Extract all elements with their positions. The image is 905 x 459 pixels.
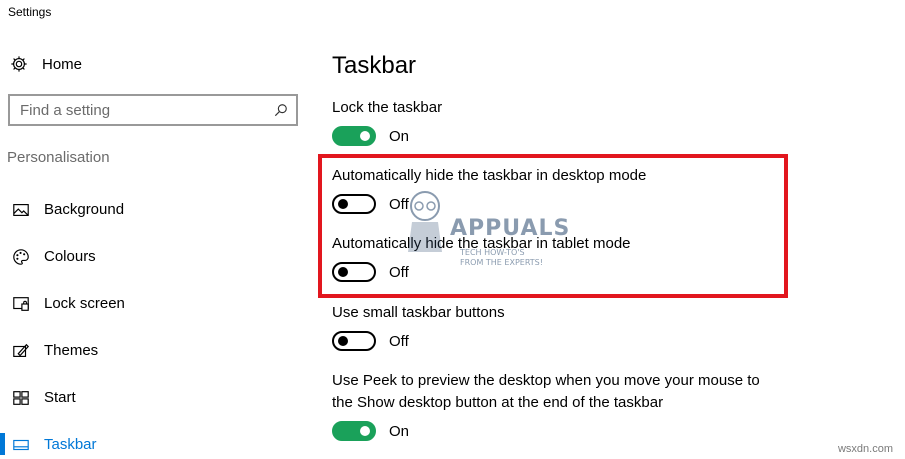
nav-list: Background Colours Lock screen Themes St… xyxy=(0,186,310,459)
setting-label: Use Peek to preview the desktop when you… xyxy=(332,372,760,389)
setting-label: Use small taskbar buttons xyxy=(332,304,505,321)
main-content: Taskbar Lock the taskbar On Automaticall… xyxy=(332,0,892,459)
toggle-switch[interactable] xyxy=(332,331,376,351)
lock-screen-icon xyxy=(12,295,30,313)
start-icon xyxy=(12,389,30,407)
toggle-state: On xyxy=(389,127,410,145)
section-label: Personalisation xyxy=(7,149,110,166)
toggle-state: Off xyxy=(389,332,409,350)
toggle-state: Off xyxy=(389,263,409,281)
setting-label-line2: the Show desktop button at the end of th… xyxy=(332,394,664,411)
autohide-desktop-toggle[interactable]: Off xyxy=(332,193,646,215)
sidebar: Home Personalisation Background Colours xyxy=(0,0,310,459)
sidebar-item-label: Colours xyxy=(44,248,96,265)
site-watermark: wsxdn.com xyxy=(837,443,893,455)
toggle-switch[interactable] xyxy=(332,194,376,214)
sidebar-item-label: Taskbar xyxy=(44,436,97,453)
setting-autohide-desktop: Automatically hide the taskbar in deskto… xyxy=(332,165,646,215)
sidebar-item-background[interactable]: Background xyxy=(0,186,310,233)
sidebar-item-start[interactable]: Start xyxy=(0,374,310,421)
search-icon[interactable] xyxy=(274,103,288,117)
setting-lock-taskbar: Lock the taskbar On xyxy=(332,97,442,147)
sidebar-item-lock-screen[interactable]: Lock screen xyxy=(0,280,310,327)
toggle-knob xyxy=(360,426,370,436)
setting-autohide-tablet: Automatically hide the taskbar in tablet… xyxy=(332,233,631,283)
lock-taskbar-toggle[interactable]: On xyxy=(332,125,442,147)
toggle-switch[interactable] xyxy=(332,421,376,441)
toggle-knob xyxy=(338,336,348,346)
sidebar-item-label: Background xyxy=(44,201,125,218)
palette-icon xyxy=(12,248,30,266)
themes-icon xyxy=(12,342,30,360)
search-input[interactable] xyxy=(20,101,260,119)
sidebar-item-themes[interactable]: Themes xyxy=(0,327,310,374)
toggle-knob xyxy=(360,131,370,141)
toggle-switch[interactable] xyxy=(332,126,376,146)
setting-peek: Use Peek to preview the desktop when you… xyxy=(332,370,760,442)
sidebar-item-label: Themes xyxy=(44,342,99,359)
toggle-knob xyxy=(338,199,348,209)
image-icon xyxy=(12,201,30,219)
setting-small-buttons: Use small taskbar buttons Off xyxy=(332,302,505,352)
toggle-knob xyxy=(338,267,348,277)
gear-icon xyxy=(11,56,27,72)
taskbar-icon xyxy=(12,436,30,454)
home-nav-item[interactable]: Home xyxy=(10,52,82,76)
toggle-state: Off xyxy=(389,195,409,213)
active-indicator xyxy=(0,433,5,455)
page-title: Taskbar xyxy=(332,52,417,79)
toggle-state: On xyxy=(389,422,410,440)
setting-label: Automatically hide the taskbar in deskto… xyxy=(332,167,647,184)
small-buttons-toggle[interactable]: Off xyxy=(332,330,505,352)
autohide-tablet-toggle[interactable]: Off xyxy=(332,261,631,283)
home-label: Home xyxy=(42,55,83,73)
sidebar-item-label: Lock screen xyxy=(44,295,125,312)
settings-window: Settings Home Personalisation xyxy=(0,0,905,459)
toggle-switch[interactable] xyxy=(332,262,376,282)
peek-toggle[interactable]: On xyxy=(332,420,760,442)
sidebar-item-colours[interactable]: Colours xyxy=(0,233,310,280)
setting-label: Lock the taskbar xyxy=(332,99,443,116)
setting-label: Automatically hide the taskbar in tablet… xyxy=(332,235,631,252)
sidebar-item-label: Start xyxy=(44,389,76,406)
search-box[interactable] xyxy=(8,94,298,126)
sidebar-item-taskbar[interactable]: Taskbar xyxy=(0,421,310,459)
